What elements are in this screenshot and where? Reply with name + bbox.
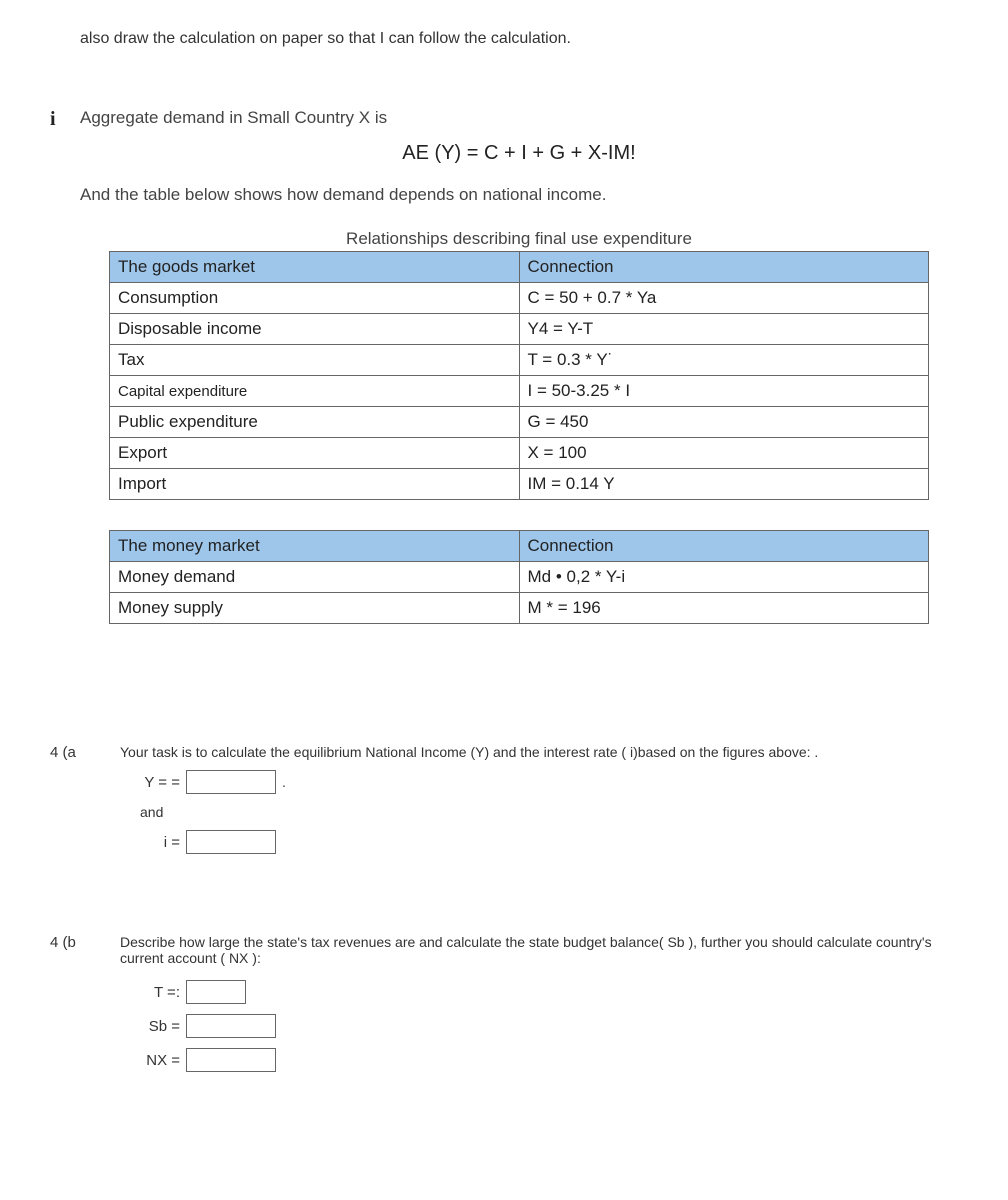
i-input[interactable] — [186, 830, 276, 854]
table-cell: Md • 0,2 * Y-i — [519, 562, 929, 593]
table-cell: Tax — [110, 345, 520, 376]
table-cell: Y4 = Y-T — [519, 314, 929, 345]
y-label: Y = = — [120, 774, 180, 791]
nx-input[interactable] — [186, 1048, 276, 1072]
money-market-table: The money market Connection Money demand… — [109, 530, 929, 624]
q4b-text: Describe how large the state's tax reven… — [120, 934, 958, 966]
top-note: also draw the calculation on paper so th… — [80, 30, 958, 48]
q4b-label: 4 (b — [50, 934, 120, 1082]
y-input[interactable] — [186, 770, 276, 794]
table-cell: Export — [110, 438, 520, 469]
table-cell: C = 50 + 0.7 * Ya — [519, 283, 929, 314]
info-box: i Aggregate demand in Small Country X is… — [50, 108, 958, 644]
intro-line-2: And the table below shows how demand dep… — [80, 185, 958, 205]
table-cell: G = 450 — [519, 407, 929, 438]
t-label: T =: — [120, 984, 180, 1001]
money-header-left: The money market — [110, 531, 520, 562]
table-cell: Disposable income — [110, 314, 520, 345]
table-cell: Public expenditure — [110, 407, 520, 438]
sb-input[interactable] — [186, 1014, 276, 1038]
table-cell: T = 0.3 * Y˙ — [519, 345, 929, 376]
question-4b: 4 (b Describe how large the state's tax … — [50, 934, 958, 1082]
table-cell: Import — [110, 469, 520, 500]
goods-market-table: The goods market Connection ConsumptionC… — [109, 251, 929, 500]
question-4a: 4 (a Your task is to calculate the equil… — [50, 744, 958, 864]
q4a-text: Your task is to calculate the equilibriu… — [120, 744, 958, 760]
table-cell: Money demand — [110, 562, 520, 593]
table-cell: X = 100 — [519, 438, 929, 469]
table-cell: Money supply — [110, 593, 520, 624]
nx-label: NX = — [120, 1052, 180, 1069]
info-icon: i — [50, 108, 80, 644]
table-cell: I = 50-3.25 * I — [519, 376, 929, 407]
ae-equation: AE (Y) = C + I + G + X-IM! — [80, 142, 958, 165]
q4a-label: 4 (a — [50, 744, 120, 864]
table-cell: Capital expenditure — [110, 376, 520, 407]
goods-header-right: Connection — [519, 252, 929, 283]
table-cell: M * = 196 — [519, 593, 929, 624]
goods-table-title: Relationships describing final use expen… — [80, 229, 958, 249]
table-cell: Consumption — [110, 283, 520, 314]
goods-header-left: The goods market — [110, 252, 520, 283]
and-word: and — [140, 804, 958, 820]
intro-line-1: Aggregate demand in Small Country X is — [80, 108, 958, 128]
period: . — [282, 774, 286, 790]
t-input[interactable] — [186, 980, 246, 1004]
money-header-right: Connection — [519, 531, 929, 562]
table-cell: IM = 0.14 Y — [519, 469, 929, 500]
i-label: i = — [120, 834, 180, 851]
sb-label: Sb = — [120, 1018, 180, 1035]
